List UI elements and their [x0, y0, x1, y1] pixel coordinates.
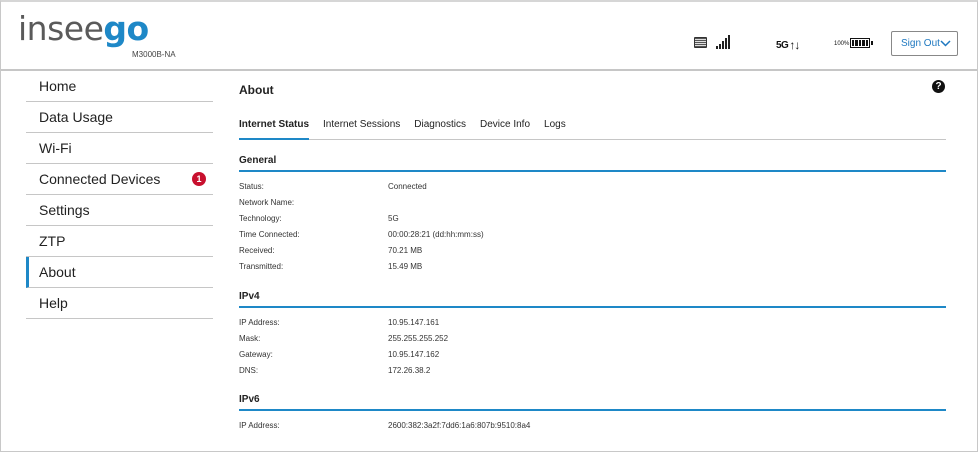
- data-activity-icon: ↑↓: [789, 38, 800, 52]
- ipv6-section: IPv6: [239, 394, 946, 411]
- sidebar-item-settings[interactable]: Settings: [26, 195, 213, 226]
- info-row: Mask: 255.255.255.252: [239, 334, 946, 344]
- info-label: DNS:: [239, 366, 259, 375]
- tab-logs[interactable]: Logs: [544, 118, 566, 140]
- info-row: IP Address: 10.95.147.161: [239, 318, 946, 328]
- sidebar-item-about[interactable]: About: [26, 257, 213, 288]
- info-row: Status: Connected: [239, 182, 946, 192]
- info-row: Transmitted: 15.49 MB: [239, 262, 946, 272]
- info-row: Gateway: 10.95.147.162: [239, 350, 946, 360]
- info-label: Gateway:: [239, 350, 273, 359]
- tab-internet-status[interactable]: Internet Status: [239, 118, 310, 140]
- info-label: Network Name:: [239, 198, 295, 207]
- network-type-label: 5G: [776, 39, 789, 51]
- battery-percent: 100%: [834, 41, 850, 47]
- info-value: 255.255.255.252: [388, 334, 449, 343]
- info-label: Transmitted:: [239, 262, 284, 271]
- section-title: General: [239, 155, 946, 172]
- info-row: Network Name:: [239, 198, 946, 208]
- header: inseego M3000B-NA 5G ↑↓ 100% Sign Out: [1, 2, 977, 71]
- sidebar-item-connected-devices[interactable]: Connected Devices 1: [26, 164, 213, 195]
- sidebar-item-help[interactable]: Help: [26, 288, 213, 319]
- sidebar-item-label: Connected Devices: [39, 171, 161, 187]
- sidebar-item-label: About: [39, 264, 76, 280]
- sidebar-item-label: Wi-Fi: [39, 140, 72, 156]
- info-value: 00:00:28:21 (dd:hh:mm:ss): [388, 230, 484, 239]
- help-icon[interactable]: ?: [932, 80, 945, 93]
- sign-out-button[interactable]: Sign Out: [891, 31, 958, 56]
- sidebar-nav: Home Data Usage Wi-Fi Connected Devices 1…: [26, 71, 213, 319]
- info-label: Received:: [239, 246, 275, 255]
- info-value: 15.49 MB: [388, 262, 423, 271]
- sign-out-label: Sign Out: [901, 38, 940, 49]
- info-value: 5G: [388, 214, 399, 223]
- section-title: IPv6: [239, 394, 946, 411]
- info-row: Technology: 5G: [239, 214, 946, 224]
- battery-icon: [850, 38, 873, 48]
- info-row: Time Connected: 00:00:28:21 (dd:hh:mm:ss): [239, 230, 946, 240]
- connected-devices-count-badge: 1: [192, 172, 206, 186]
- sidebar-item-ztp[interactable]: ZTP: [26, 226, 213, 257]
- sidebar-item-data-usage[interactable]: Data Usage: [26, 102, 213, 133]
- general-section: General: [239, 155, 946, 172]
- tab-internet-sessions[interactable]: Internet Sessions: [323, 118, 400, 140]
- sidebar-item-label: Home: [39, 78, 77, 94]
- sidebar-item-home[interactable]: Home: [26, 71, 213, 102]
- info-label: IP Address:: [239, 421, 280, 430]
- model-number: M3000B-NA: [132, 50, 176, 59]
- sidebar-item-label: Help: [39, 295, 68, 311]
- info-value: 10.95.147.162: [388, 350, 440, 359]
- info-value: 70.21 MB: [388, 246, 423, 255]
- sidebar-item-label: ZTP: [39, 233, 66, 249]
- info-label: Technology:: [239, 214, 282, 223]
- chevron-down-icon: [940, 40, 951, 47]
- sidebar-item-label: Settings: [39, 202, 90, 218]
- sidebar-item-wifi[interactable]: Wi-Fi: [26, 133, 213, 164]
- tab-device-info[interactable]: Device Info: [480, 118, 530, 140]
- info-value: 172.26.38.2: [388, 366, 431, 375]
- ipv4-section: IPv4: [239, 291, 946, 308]
- info-row: Received: 70.21 MB: [239, 246, 946, 256]
- network-type-indicator: 5G ↑↓: [776, 38, 800, 52]
- info-row: DNS: 172.26.38.2: [239, 366, 946, 376]
- section-title: IPv4: [239, 291, 946, 308]
- info-value: 10.95.147.161: [388, 318, 440, 327]
- info-label: Status:: [239, 182, 264, 191]
- page-title: About: [239, 83, 274, 97]
- info-label: Time Connected:: [239, 230, 300, 239]
- sidebar-item-label: Data Usage: [39, 109, 113, 125]
- info-value: 2600:382:3a2f:7dd6:1a6:807b:9510:8a4: [388, 421, 531, 430]
- info-row: IP Address: 2600:382:3a2f:7dd6:1a6:807b:9…: [239, 421, 946, 431]
- signal-strength-icon: [716, 35, 730, 49]
- device-status-icon: [694, 37, 707, 48]
- info-label: Mask:: [239, 334, 261, 343]
- info-value: Connected: [388, 182, 427, 191]
- about-tabs: Internet Status Internet Sessions Diagno…: [239, 118, 946, 140]
- tab-diagnostics[interactable]: Diagnostics: [414, 118, 466, 140]
- info-label: IP Address:: [239, 318, 280, 327]
- inseego-logo: inseego: [18, 9, 149, 48]
